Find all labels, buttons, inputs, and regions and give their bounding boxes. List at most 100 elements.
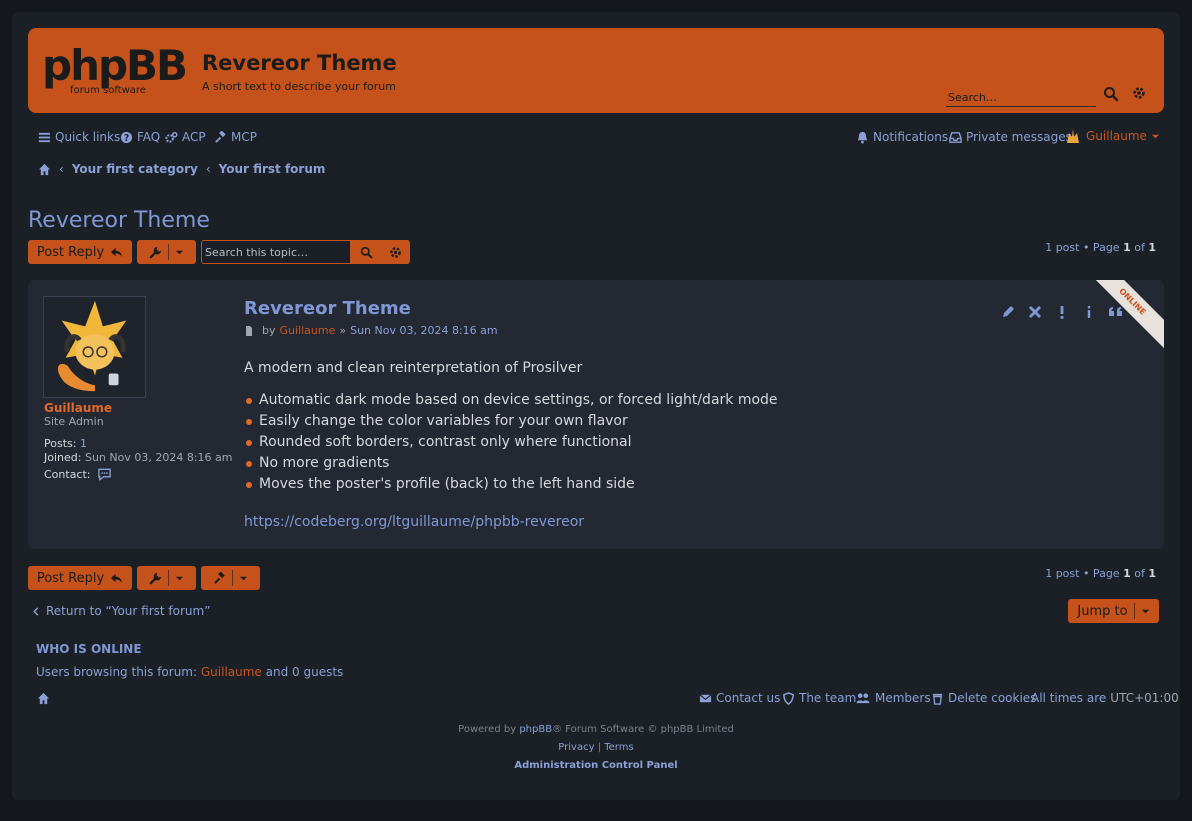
mcp-label: MCP	[231, 130, 257, 144]
topic-title[interactable]: Revereor Theme	[28, 208, 210, 233]
header-search-input[interactable]	[946, 88, 1096, 107]
acp-footer: Administration Control Panel	[12, 760, 1180, 771]
members-label: Members	[875, 691, 931, 705]
bell-icon	[857, 131, 868, 144]
info-icon[interactable]	[1081, 304, 1097, 320]
pagination-prefix: 1 post • Page	[1045, 567, 1120, 580]
svg-text:?: ?	[124, 132, 129, 143]
timezone-prefix: All times are	[1031, 691, 1107, 705]
user-menu[interactable]: Guillaume	[1064, 127, 1160, 145]
policy-links: Privacy | Terms	[12, 742, 1180, 753]
user-avatar-small	[1067, 129, 1079, 143]
footer-team-link[interactable]: The team	[782, 691, 856, 705]
advanced-search-gear-icon[interactable]	[1132, 86, 1146, 100]
post-reply-label: Post Reply	[36, 570, 105, 586]
wio-suffix: and 0 guests	[265, 665, 344, 679]
terms-link[interactable]: Terms	[604, 742, 633, 753]
file-icon[interactable]	[244, 325, 254, 336]
powered-by-label: Powered by	[458, 724, 517, 735]
copyright-line: Powered by phpBB® Forum Software © phpBB…	[12, 724, 1180, 735]
list-item: Rounded soft borders, contrast only wher…	[244, 432, 1104, 453]
post-content: A modern and clean reinterpretation of P…	[244, 360, 1104, 495]
jump-to-button[interactable]: Jump to	[1068, 599, 1159, 623]
return-label: Return to “Your first forum”	[46, 604, 211, 618]
author-posts: Posts: 1	[44, 437, 87, 450]
site-description: A short text to describe your forum	[202, 80, 396, 93]
author-avatar[interactable]	[43, 296, 146, 398]
administration-control-panel-link[interactable]: Administration Control Panel	[514, 760, 677, 771]
topic-tools-button-bottom[interactable]	[137, 566, 196, 590]
caret-down-icon	[1151, 134, 1160, 138]
delete-x-icon[interactable]	[1027, 304, 1043, 320]
post-reply-button[interactable]: Post Reply	[28, 240, 132, 264]
author-contact: Contact:	[44, 467, 112, 481]
caret-down-icon	[239, 576, 248, 580]
navbar: Quick links ? FAQ ACP MCP Notifications …	[38, 127, 1160, 150]
chevron-left-icon	[33, 606, 39, 616]
posts-count-link[interactable]: 1	[80, 437, 87, 450]
report-exclamation-icon[interactable]	[1054, 304, 1070, 320]
page-current: 1	[1123, 567, 1131, 580]
breadcrumb-separator: ‹	[59, 162, 64, 176]
inbox-icon	[949, 131, 962, 143]
breadcrumb-category-link[interactable]: Your first category	[72, 162, 198, 176]
post-intro: A modern and clean reinterpretation of P…	[244, 360, 583, 376]
wrench-icon	[149, 572, 162, 584]
return-to-forum-link[interactable]: Return to “Your first forum”	[32, 604, 210, 618]
breadcrumb-forum-link[interactable]: Your first forum	[219, 162, 326, 176]
envelope-icon	[699, 693, 712, 702]
quick-links-label: Quick links	[55, 130, 121, 144]
faq-link[interactable]: ? FAQ	[120, 130, 160, 144]
phpbb-logo[interactable]: phpBB forum software	[42, 42, 194, 98]
mcp-link[interactable]: MCP	[214, 130, 257, 144]
footer-delete-cookies-link[interactable]: Delete cookies	[931, 691, 1036, 705]
quick-links-menu[interactable]: Quick links	[38, 130, 120, 144]
page-wrapper: phpBB forum software Revereor Theme A sh…	[12, 12, 1180, 800]
wrench-icon	[149, 246, 162, 258]
post-reply-button-bottom[interactable]: Post Reply	[28, 566, 132, 590]
topic-advanced-search-button[interactable]	[381, 240, 410, 264]
edit-pencil-icon[interactable]	[1000, 304, 1016, 320]
feature-list: Automatic dark mode based on device sett…	[244, 390, 1104, 495]
topic-tools-button[interactable]	[137, 240, 196, 264]
who-is-online-title[interactable]: WHO IS ONLINE	[36, 642, 142, 656]
notifications-link[interactable]: Notifications	[856, 130, 948, 144]
joined-label: Joined:	[44, 451, 82, 464]
footer-contact-link[interactable]: Contact us	[699, 691, 780, 705]
logo-text: phpBB	[42, 42, 186, 90]
repository-link[interactable]: https://codeberg.org/ltguillaume/phpbb-r…	[244, 514, 584, 530]
pagination-of: of	[1134, 567, 1145, 580]
private-messages-link[interactable]: Private messages	[949, 130, 1072, 144]
moderator-tools-button[interactable]	[201, 566, 260, 590]
policy-separator: |	[597, 742, 602, 753]
topic-search-button[interactable]	[351, 240, 381, 264]
posts-label: Posts:	[44, 437, 77, 450]
pagination-prefix: 1 post • Page	[1045, 241, 1120, 254]
phpbb-link[interactable]: phpBB	[519, 724, 552, 735]
button-divider	[232, 570, 233, 586]
footer-members-link[interactable]: Members	[855, 691, 931, 705]
breadcrumb: ‹ Your first category ‹ Your first forum	[38, 162, 325, 176]
home-icon[interactable]	[38, 163, 51, 176]
author-joined: Joined: Sun Nov 03, 2024 8:16 am	[44, 451, 233, 464]
page-total: 1	[1148, 567, 1156, 580]
author-name[interactable]: Guillaume	[44, 401, 112, 415]
users-icon	[856, 692, 870, 703]
topic-search-input[interactable]	[201, 240, 351, 264]
contact-us-label: Contact us	[716, 691, 781, 705]
caret-down-icon	[175, 250, 184, 254]
caret-down-icon	[175, 576, 184, 580]
search-icon[interactable]	[1103, 86, 1119, 102]
comment-dots-icon[interactable]	[97, 467, 112, 481]
shield-icon	[783, 691, 794, 705]
post-title[interactable]: Revereor Theme	[244, 298, 411, 319]
privacy-link[interactable]: Privacy	[558, 742, 594, 753]
post-author-link[interactable]: Guillaume	[280, 324, 336, 337]
home-icon[interactable]	[37, 692, 50, 705]
username-label: Guillaume	[1086, 129, 1147, 143]
acp-link[interactable]: ACP	[165, 130, 206, 144]
list-item: No more gradients	[244, 453, 1104, 474]
question-circle-icon: ?	[120, 131, 133, 143]
wio-user-link[interactable]: Guillaume	[201, 665, 262, 679]
reply-icon	[111, 247, 123, 257]
